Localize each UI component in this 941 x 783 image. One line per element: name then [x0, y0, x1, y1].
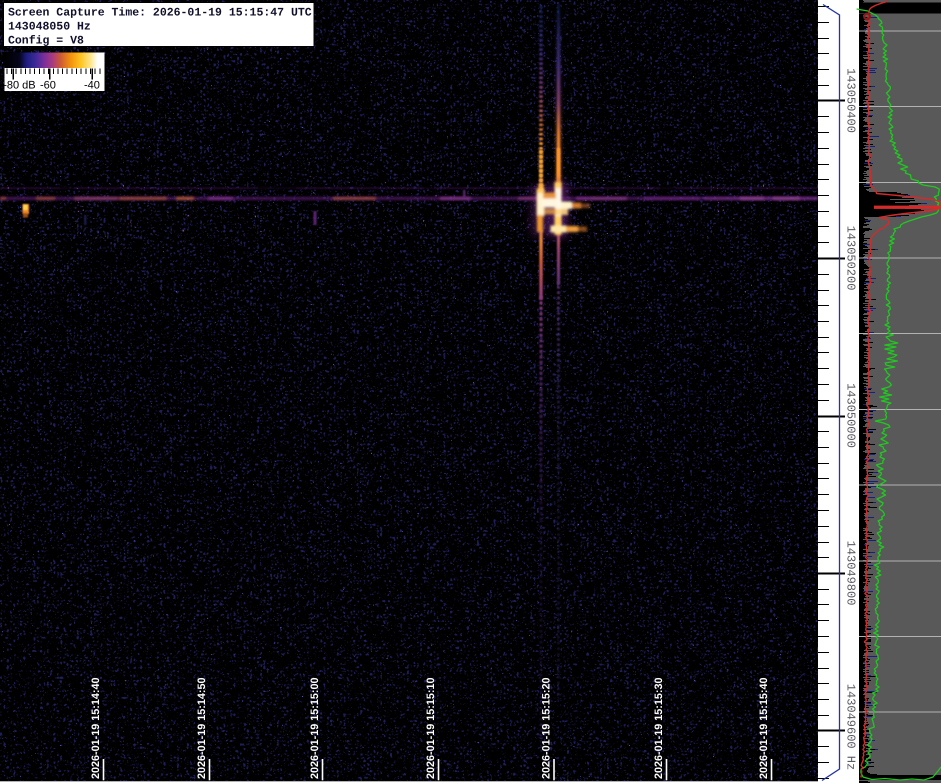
svg-text:2026-01-19 15:14:50: 2026-01-19 15:14:50 [196, 678, 208, 779]
svg-text:2026-01-19 15:15:30: 2026-01-19 15:15:30 [653, 678, 665, 779]
svg-text:2026-01-19 15:15:40: 2026-01-19 15:15:40 [758, 678, 770, 779]
svg-text:Screen Capture Time: 2026-01-1: Screen Capture Time: 2026-01-19 15:15:47… [8, 7, 312, 20]
svg-text:-40: -40 [84, 80, 100, 92]
svg-text:143049800: 143049800 [844, 541, 858, 606]
svg-text:143050200: 143050200 [844, 226, 858, 291]
svg-text:2026-01-19 15:15:10: 2026-01-19 15:15:10 [425, 678, 437, 779]
svg-text:143050000: 143050000 [844, 383, 858, 448]
svg-text:2026-01-19 15:15:20: 2026-01-19 15:15:20 [541, 678, 553, 779]
svg-text:143049600 Hz: 143049600 Hz [844, 684, 858, 770]
svg-text:-80 dB: -80 dB [3, 80, 35, 92]
svg-text:-60: -60 [40, 80, 56, 92]
svg-text:2026-01-19 15:15:00: 2026-01-19 15:15:00 [309, 678, 321, 779]
svg-text:143048050 Hz: 143048050 Hz [8, 21, 91, 34]
svg-text:2026-01-19 15:14:40: 2026-01-19 15:14:40 [90, 678, 102, 779]
svg-text:143050400: 143050400 [844, 68, 858, 133]
svg-text:Config = V8: Config = V8 [8, 35, 84, 48]
